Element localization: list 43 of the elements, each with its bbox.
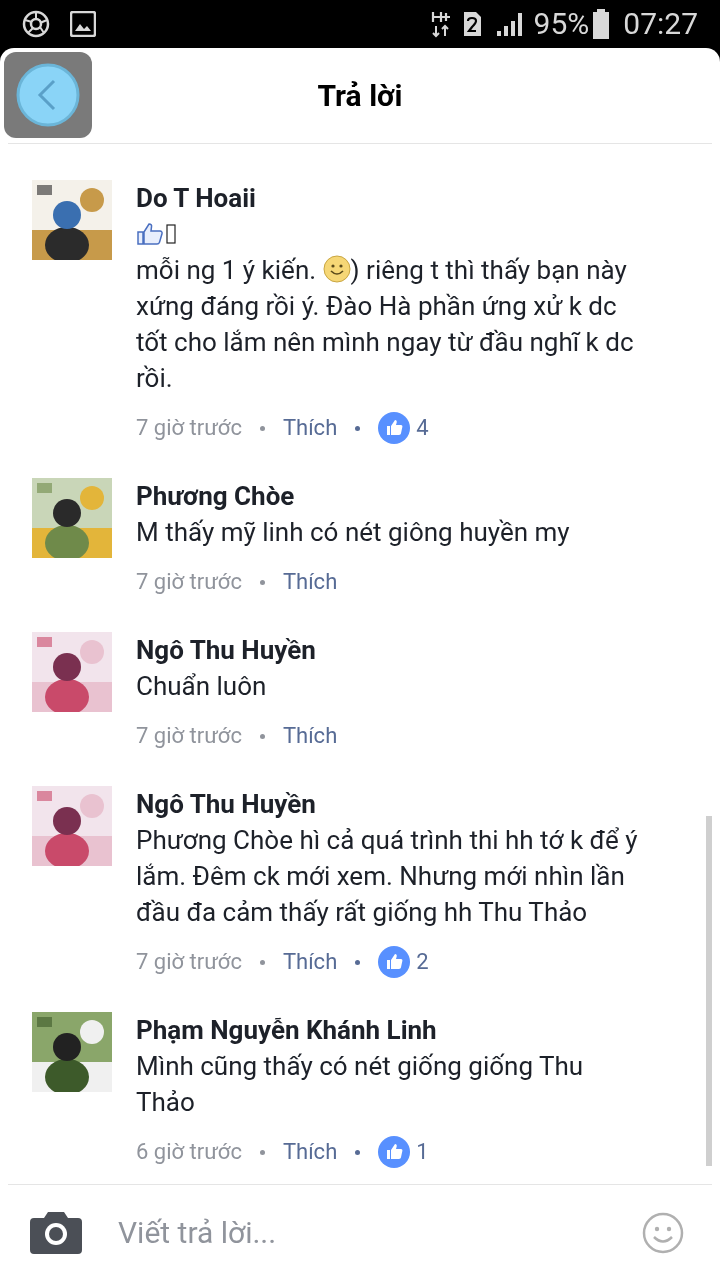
page-title: Trả lời (317, 77, 403, 115)
back-icon (16, 63, 80, 127)
comment-author[interactable]: Ngô Thu Huyền (136, 632, 641, 668)
like-icon (378, 412, 411, 444)
comment-text: mỗi ng 1 ý kiến. ) riêng t thì thấy bạn này xứng đáng rồi ý. Đào Hà phần ứng xử k dc tốt cho lắm nên mình ngay từ đầu nghĩ k dc rồi. (136, 254, 635, 395)
comment-author[interactable]: Phương Chòe (136, 478, 641, 514)
comment-author[interactable]: Ngô Thu Huyền (136, 786, 641, 822)
like-link[interactable]: Thích (282, 718, 338, 754)
like-count: 2 (416, 948, 429, 976)
signal-icon (495, 11, 524, 37)
comment-time: 6 giờ trước (136, 1138, 242, 1166)
like-link[interactable]: Thích (282, 1134, 338, 1170)
missing-glyph-icon (166, 224, 176, 244)
comment-time: 7 giờ trước (136, 414, 242, 442)
comment-text: Mình cũng thấy có nét giống giống Thu Thảo (136, 1050, 585, 1119)
like-icon (378, 946, 411, 978)
like-count: 4 (416, 414, 429, 442)
reply-input[interactable]: Viết trả lời... (118, 1210, 642, 1255)
image-icon (70, 11, 96, 37)
battery-icon (593, 9, 610, 39)
like-link[interactable]: Thích (282, 410, 338, 446)
back-button[interactable] (4, 52, 92, 138)
clock: 07:27 (623, 9, 698, 39)
comment-author[interactable]: Phạm Nguyễn Khánh Linh (136, 1012, 641, 1048)
comment-time: 7 giờ trước (136, 722, 242, 750)
thumbs-up-icon (136, 222, 164, 246)
comment-time: 7 giờ trước (136, 948, 242, 976)
like-count: 1 (416, 1138, 429, 1166)
camera-icon[interactable] (30, 1211, 82, 1254)
comment-text: Phương Chòe hì cả quá trình thi hh tớ k để ý lắm. Đêm ck mới xem. Nhưng mới nhìn lần đầu đa cảm thấy rất giống hh Thu Thảo (136, 824, 639, 929)
like-link[interactable]: Thích (282, 564, 338, 600)
battery-percent: 95% (533, 9, 590, 39)
like-link[interactable]: Thích (282, 944, 338, 980)
smiley-icon[interactable] (642, 1211, 684, 1254)
smiley-icon (322, 255, 351, 283)
comment-author[interactable]: Do T Hoaii (136, 180, 641, 216)
like-icon (378, 1136, 411, 1168)
network-icon (429, 10, 452, 38)
comment-text: M thấy mỹ linh có nét giông huyền my (136, 516, 571, 549)
aperture-icon (22, 10, 50, 38)
sim-icon (461, 11, 482, 37)
comment-time: 7 giờ trước (136, 568, 242, 596)
comment-text: Chuẩn luôn (136, 670, 268, 703)
